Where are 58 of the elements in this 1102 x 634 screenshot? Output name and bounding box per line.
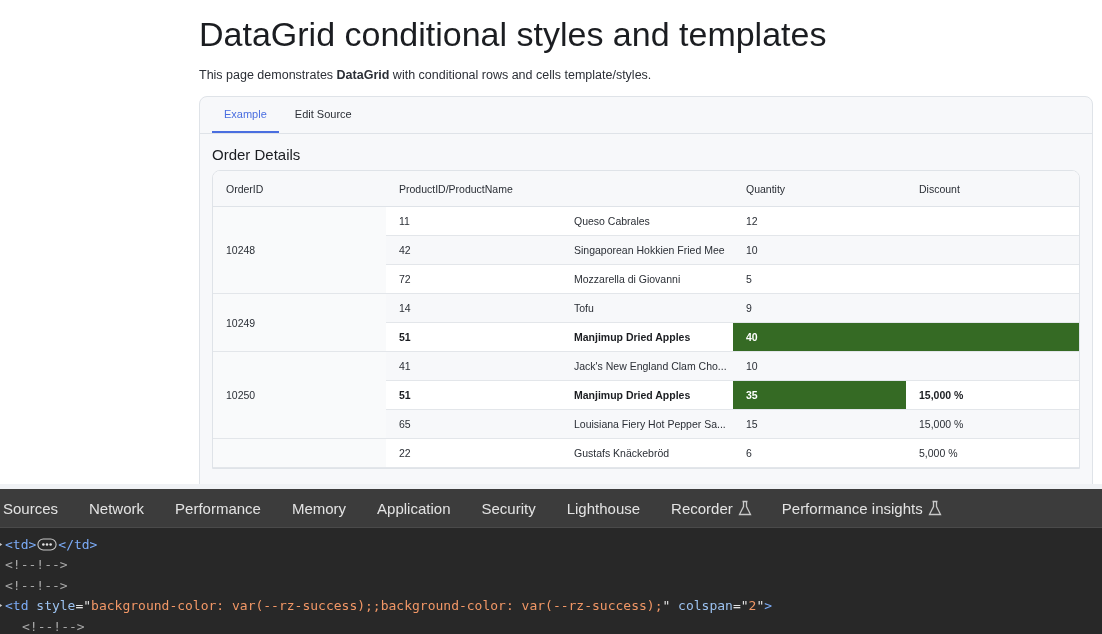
table-cell: Gustafs Knäckebröd [561, 438, 733, 468]
table-cell: Mozzarella di Giovanni [561, 264, 733, 294]
page-title: DataGrid conditional styles and templates [199, 14, 828, 54]
devtools-tab[interactable]: Performance insights [778, 489, 937, 527]
table-cell: 65 [386, 409, 561, 439]
grid-title: Order Details [212, 146, 302, 163]
table-cell: 35 [733, 380, 906, 410]
code-text: <td> [5, 536, 37, 552]
table-cell: 42 [386, 235, 561, 265]
table-cell: Manjimup Dried Apples [561, 380, 733, 410]
devtools-tab[interactable]: Security [478, 489, 550, 527]
table-cell: Manjimup Dried Apples [561, 322, 733, 352]
header-cell[interactable]: ProductID/ProductName [386, 171, 733, 207]
table-cell: 11 [386, 206, 561, 236]
header-cell[interactable]: Discount [906, 171, 1079, 207]
table-cell: 15,000 % [906, 409, 1079, 439]
table-cell: 5 [733, 264, 906, 294]
table-cell: 5,000 % [906, 438, 1079, 468]
code-text: <!--!--> [5, 577, 68, 593]
code-text: <!--!--> [5, 557, 68, 573]
table-cell: 6 [733, 438, 906, 468]
devtools-tab[interactable]: Performance [172, 489, 275, 527]
page-description: This page demonstrates DataGrid with conditional rows and cells template/styles. [199, 67, 653, 83]
table-cell: 14 [386, 293, 561, 323]
table-cell: Queso Cabrales [561, 206, 733, 236]
devtools-tab[interactable]: Memory [288, 489, 361, 527]
table-cell: 9 [733, 293, 906, 323]
table-cell: Tofu [561, 293, 733, 323]
code-text: <td style="background-color: var(--rz-success);;background-color: var(--rz-success);" colspan="2"> [5, 598, 773, 614]
table-cell: 12 [733, 206, 906, 236]
devtools-tab[interactable]: Recorder [668, 489, 747, 527]
table-cell: 22 [386, 438, 561, 468]
table-cell: 40 [733, 322, 1079, 352]
devtools-tab[interactable]: Sources [0, 489, 73, 527]
table-cell: 72 [386, 264, 561, 294]
ellipsis-icon[interactable] [37, 537, 58, 551]
table-cell: 41 [386, 351, 561, 381]
table-cell: 15 [733, 409, 906, 439]
table-cell: Singaporean Hokkien Fried Mee [561, 235, 733, 265]
table-cell: 10249 [213, 293, 386, 352]
table-cell: Louisiana Fiery Hot Pepper Sa... [561, 409, 733, 439]
tab[interactable]: Example [212, 97, 279, 133]
table-cell: 51 [386, 322, 561, 352]
table-cell: 15,000 % [906, 380, 1079, 410]
header-cell[interactable]: Quantity [733, 171, 906, 207]
tab[interactable]: Edit Source [282, 97, 364, 133]
table-cell: 10248 [213, 206, 386, 294]
table-cell: 10 [733, 351, 906, 381]
devtools-tab[interactable]: Lighthouse [563, 489, 655, 527]
table-cell: 10 [733, 235, 906, 265]
code-text: <!--!--> [22, 618, 85, 634]
table-cell: 10250 [213, 351, 386, 439]
header-cell[interactable]: OrderID [213, 171, 386, 207]
devtools-tab[interactable]: Network [86, 489, 159, 527]
table-cell: Jack's New England Clam Cho... [561, 351, 733, 381]
code-text: </td> [58, 536, 98, 552]
devtools-tab[interactable]: Application [374, 489, 465, 527]
table-cell: 51 [386, 380, 561, 410]
